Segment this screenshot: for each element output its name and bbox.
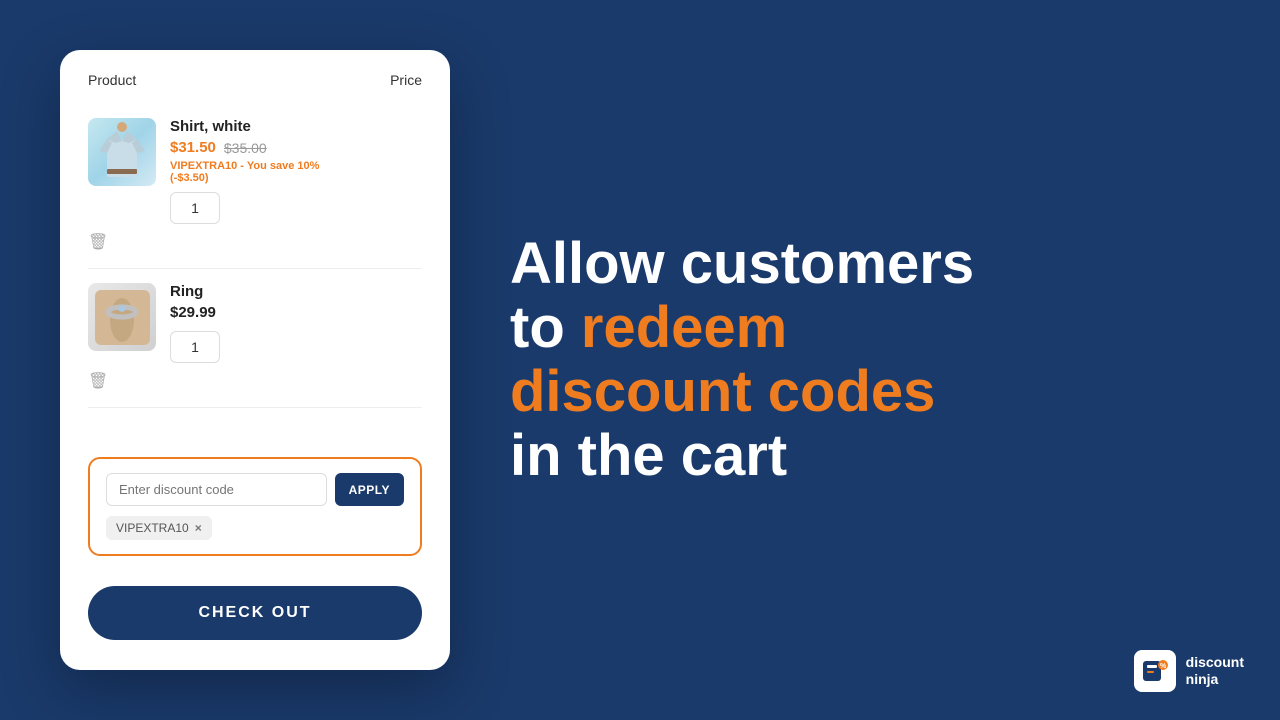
- shirt-prices: $31.50 $35.00: [170, 139, 422, 156]
- ring-image: [88, 283, 156, 351]
- cart-header: Product Price: [60, 50, 450, 104]
- shirt-delete-row: 🗑: [88, 224, 422, 254]
- shirt-image: [88, 118, 156, 186]
- shirt-savings: (-$3.50): [170, 172, 209, 184]
- shirt-discounted-price: $31.50: [170, 139, 216, 156]
- discount-input-row: APPLY: [106, 473, 404, 506]
- tag-remove-icon[interactable]: ×: [195, 521, 202, 535]
- marketing-line2-prefix: to: [510, 295, 581, 360]
- ring-details: Ring $29.99 1: [170, 283, 422, 363]
- cart-item-ring-content: Ring $29.99 1: [88, 283, 422, 363]
- marketing-section: Allow customers to redeem discount codes…: [450, 232, 1220, 487]
- shirt-details: Shirt, white $31.50 $35.00 VIPEXTRA10 - …: [170, 118, 422, 224]
- brand-icon: %: [1134, 650, 1176, 692]
- cart-item-shirt-content: Shirt, white $31.50 $35.00 VIPEXTRA10 - …: [88, 118, 422, 224]
- ring-name: Ring: [170, 283, 422, 300]
- marketing-line2-highlight: redeem: [581, 295, 787, 360]
- marketing-line1: Allow customers: [510, 231, 974, 296]
- cart-item-ring: Ring $29.99 1 🗑: [88, 269, 422, 408]
- applied-discount-tag: VIPEXTRA10 ×: [106, 516, 212, 540]
- cart-header-product: Product: [88, 72, 136, 88]
- svg-text:%: %: [1160, 663, 1167, 670]
- brand-logo: % discount ninja: [1134, 650, 1244, 692]
- brand-name: discount ninja: [1186, 654, 1244, 688]
- applied-code-label: VIPEXTRA10: [116, 521, 189, 535]
- ring-delete-icon[interactable]: 🗑: [88, 373, 108, 390]
- ring-delete-row: 🗑: [88, 363, 422, 393]
- marketing-line3-highlight: discount codes: [510, 359, 935, 424]
- ring-price: $29.99: [170, 304, 216, 321]
- cart-card: Product Price: [60, 50, 450, 670]
- cart-header-price: Price: [390, 72, 422, 88]
- discount-section: APPLY VIPEXTRA10 ×: [88, 457, 422, 556]
- shirt-quantity[interactable]: 1: [170, 192, 220, 224]
- apply-button[interactable]: APPLY: [335, 473, 404, 506]
- marketing-text: Allow customers to redeem discount codes…: [510, 232, 1200, 487]
- main-container: Product Price: [0, 0, 1280, 720]
- shirt-name: Shirt, white: [170, 118, 422, 135]
- shirt-delete-icon[interactable]: 🗑: [88, 234, 108, 251]
- shirt-discount-label: VIPEXTRA10 - You save 10% (-$3.50): [170, 160, 422, 184]
- cart-item-shirt: Shirt, white $31.50 $35.00 VIPEXTRA10 - …: [88, 104, 422, 269]
- discount-tags: VIPEXTRA10 ×: [106, 516, 404, 540]
- discount-code-input[interactable]: [106, 473, 327, 506]
- ring-prices: $29.99: [170, 304, 422, 321]
- marketing-line4: in the cart: [510, 423, 787, 488]
- shirt-original-price: $35.00: [224, 140, 267, 156]
- checkout-button[interactable]: CHECK OUT: [88, 586, 422, 640]
- ring-quantity[interactable]: 1: [170, 331, 220, 363]
- cart-items: Shirt, white $31.50 $35.00 VIPEXTRA10 - …: [60, 104, 450, 437]
